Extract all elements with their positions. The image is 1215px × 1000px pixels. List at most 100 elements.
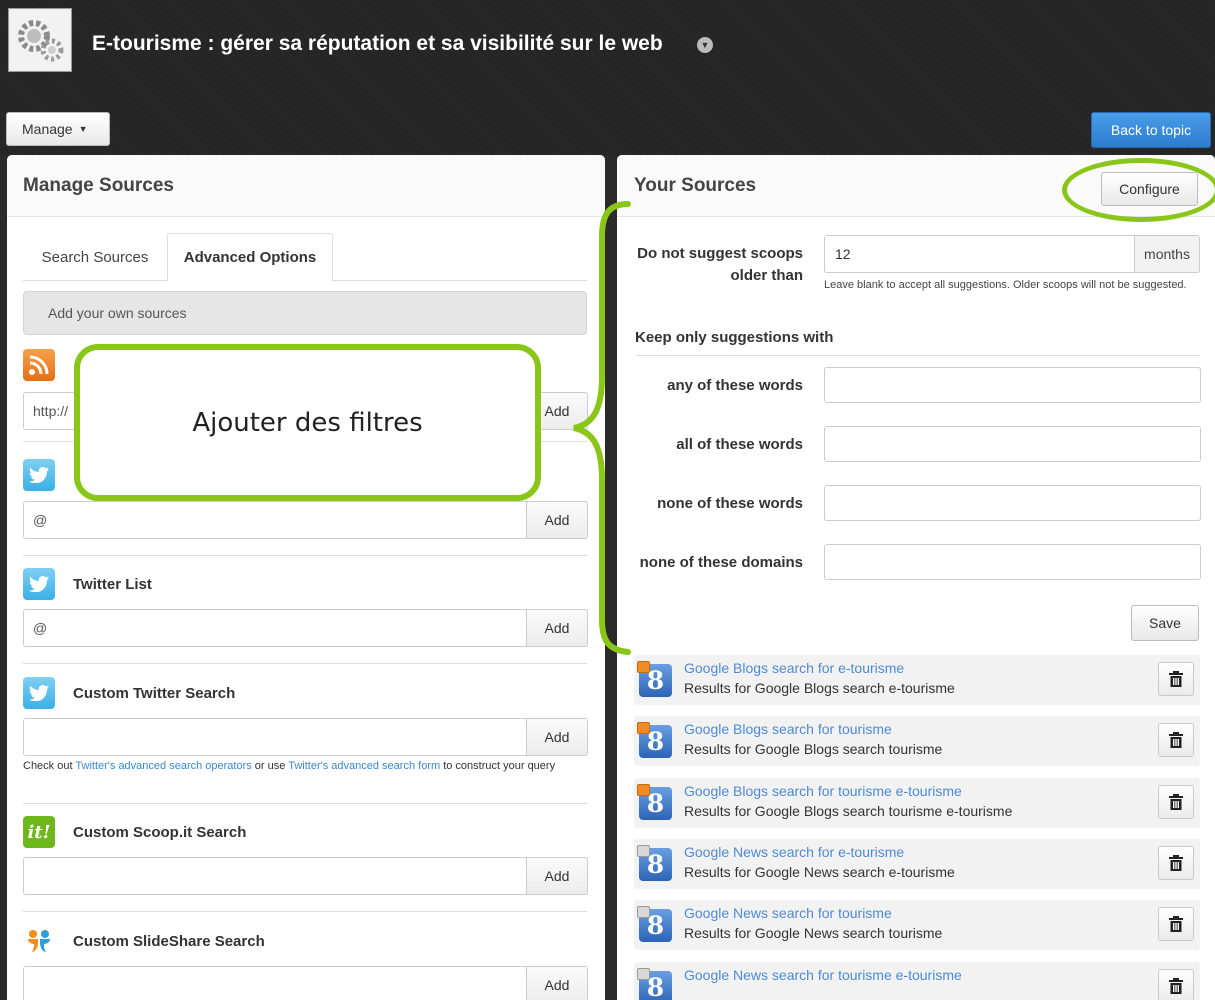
divider: [23, 663, 587, 664]
filter-all-words-input[interactable]: [824, 426, 1201, 462]
divider: [23, 555, 587, 556]
twitter-icon: [23, 677, 55, 709]
add-custom-scoopit-search-button[interactable]: Add: [526, 857, 588, 895]
months-unit: months: [1134, 235, 1200, 273]
source-tabs: Search Sources Advanced Options: [23, 233, 587, 282]
filter-none-words-input[interactable]: [824, 485, 1201, 521]
google-news-icon: 8: [637, 845, 672, 881]
custom-twitter-search-input[interactable]: [23, 718, 527, 756]
divider: [635, 355, 1200, 356]
custom-twitter-search-label: Custom Twitter Search: [73, 685, 236, 702]
help-text: or use: [251, 760, 289, 772]
source-card: 8 Google News search for tourisme e-touri…: [634, 962, 1200, 1000]
source-subtitle: Results for Google News search e-tourism…: [684, 864, 955, 880]
news-badge-icon: [637, 968, 650, 980]
help-text: Check out: [23, 760, 76, 772]
filter-any-words-input[interactable]: [824, 367, 1201, 403]
annotation-callout: Ajouter des filtres: [74, 344, 541, 501]
delete-source-button[interactable]: [1158, 723, 1194, 757]
news-badge-icon: [637, 845, 650, 857]
topic-title[interactable]: E-tourisme : gérer sa réputation et sa v…: [92, 32, 663, 56]
scoops-age-label-line: Do not suggest scoops: [637, 245, 803, 262]
divider: [23, 803, 587, 804]
slideshare-icon: [23, 925, 55, 957]
source-card: 8 Google News search for e-tourisme Result…: [634, 839, 1200, 889]
source-title-link[interactable]: Google News search for tourisme e-touris…: [684, 967, 962, 983]
your-sources-panel: Your Sources Configure Do not suggest sc…: [617, 155, 1215, 1000]
google-news-icon: 8: [637, 906, 672, 942]
source-card: 8 Google News search for tourisme Results …: [634, 900, 1200, 950]
blogger-badge-icon: [637, 661, 650, 673]
filter-none-words-label: none of these words: [657, 495, 803, 512]
source-subtitle: Results for Google Blogs search tourisme: [684, 741, 943, 757]
scoops-age-label-line: older than: [730, 267, 803, 284]
source-subtitle: Results for Google Blogs search tourisme…: [684, 803, 1013, 819]
twitter-icon: [23, 568, 55, 600]
trash-icon: [1169, 671, 1183, 687]
top-bar: E-tourisme : gérer sa réputation et sa v…: [0, 0, 1215, 155]
save-button[interactable]: Save: [1131, 605, 1199, 641]
add-own-sources-bar: Add your own sources: [23, 291, 587, 335]
source-title-link[interactable]: Google Blogs search for tourisme e-touri…: [684, 783, 962, 799]
trash-icon: [1169, 732, 1183, 748]
delete-source-button[interactable]: [1158, 907, 1194, 941]
twitter-operators-link[interactable]: Twitter's advanced search operators: [75, 760, 251, 772]
source-title-link[interactable]: Google News search for tourisme: [684, 905, 892, 921]
delete-source-button[interactable]: [1158, 662, 1194, 696]
manage-sources-panel: Manage Sources Search Sources Advanced O…: [7, 155, 605, 1000]
manage-sources-title: Manage Sources: [23, 175, 174, 196]
source-subtitle: Results for Google Blogs search e-touris…: [684, 680, 955, 696]
help-text: to construct your query: [440, 760, 556, 772]
divider: [23, 911, 587, 912]
chevron-down-icon[interactable]: ▼: [697, 37, 713, 53]
twitter-list-input[interactable]: @: [23, 609, 527, 647]
source-subtitle: Results for Google News search tourisme: [684, 925, 943, 941]
custom-scoopit-search-input[interactable]: [23, 857, 527, 895]
delete-source-button[interactable]: [1158, 785, 1194, 819]
source-card: 8 Google Blogs search for tourisme Results…: [634, 716, 1200, 766]
custom-slideshare-search-input[interactable]: [23, 966, 527, 1000]
tab-search-sources[interactable]: Search Sources: [23, 233, 167, 281]
configure-highlight-oval: [1062, 158, 1215, 222]
trash-icon: [1169, 794, 1183, 810]
filter-none-domains-input[interactable]: [824, 544, 1201, 580]
rss-icon: [23, 349, 55, 381]
gear-icon: [18, 20, 64, 62]
manage-dropdown-button[interactable]: Manage ▼: [6, 112, 110, 146]
delete-source-button[interactable]: [1158, 969, 1194, 1000]
keep-suggestions-title: Keep only suggestions with: [635, 329, 834, 346]
google-blogs-icon: 8: [637, 784, 672, 820]
back-to-topic-button[interactable]: Back to topic: [1091, 112, 1211, 148]
google-blogs-icon: 8: [637, 722, 672, 758]
source-title-link[interactable]: Google Blogs search for e-tourisme: [684, 660, 904, 676]
trash-icon: [1169, 916, 1183, 932]
twitter-icon: [23, 459, 55, 491]
tab-advanced-options[interactable]: Advanced Options: [167, 233, 333, 282]
manage-label: Manage: [22, 121, 73, 137]
trash-icon: [1169, 855, 1183, 871]
filter-any-words-label: any of these words: [667, 377, 803, 394]
source-title-link[interactable]: Google News search for e-tourisme: [684, 844, 904, 860]
twitter-search-help: Check out Twitter's advanced search oper…: [23, 760, 583, 773]
twitter-search-form-link[interactable]: Twitter's advanced search form: [288, 760, 440, 772]
scoops-age-help: Leave blank to accept all suggestions. O…: [824, 279, 1187, 291]
blogger-badge-icon: [637, 784, 650, 796]
source-card: 8 Google Blogs search for tourisme e-tour…: [634, 778, 1200, 828]
topic-logo: [8, 8, 72, 72]
custom-scoopit-search-label: Custom Scoop.it Search: [73, 824, 247, 841]
twitter-user-input[interactable]: @: [23, 501, 527, 539]
add-custom-twitter-search-button[interactable]: Add: [526, 718, 588, 756]
custom-slideshare-search-label: Custom SlideShare Search: [73, 933, 265, 950]
source-card: 8 Google Blogs search for e-tourisme Resul…: [634, 655, 1200, 705]
filter-none-domains-label: none of these domains: [639, 554, 803, 571]
source-title-link[interactable]: Google Blogs search for tourisme: [684, 721, 892, 737]
filter-brace-annotation: [573, 201, 631, 655]
delete-source-button[interactable]: [1158, 846, 1194, 880]
google-news-icon: 8: [637, 968, 672, 1000]
scoopit-icon: it!: [23, 816, 55, 848]
your-sources-title: Your Sources: [634, 175, 757, 196]
caret-down-icon: ▼: [78, 124, 88, 134]
add-custom-slideshare-search-button[interactable]: Add: [526, 966, 588, 1000]
scoops-age-input[interactable]: 12: [824, 235, 1135, 273]
google-blogs-icon: 8: [637, 661, 672, 697]
